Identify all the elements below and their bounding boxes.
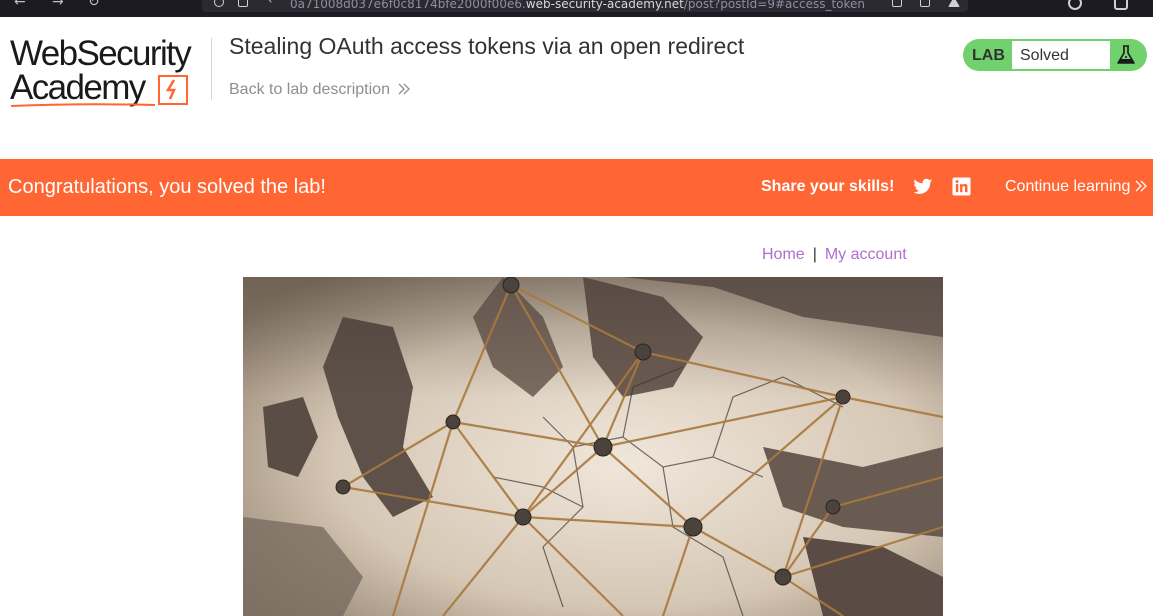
lab-status-widget: LAB Solved	[963, 39, 1147, 71]
top-nav: Home | My account	[762, 246, 907, 264]
blog-post-image	[243, 277, 943, 616]
share-skills-label: Share your skills!	[761, 178, 895, 195]
flask-icon	[1117, 45, 1135, 64]
double-chevron-right-icon	[398, 83, 410, 95]
logo-lightning-icon	[158, 75, 188, 105]
status-box: Solved	[1012, 41, 1110, 69]
linkedin-icon[interactable]	[952, 177, 971, 196]
web-security-academy-logo[interactable]: WebSecurity Academy	[10, 36, 210, 112]
nav-separator: |	[812, 246, 817, 263]
logo-text-line1: WebSecurity	[10, 34, 192, 73]
address-bar[interactable]: 0a71008d037e6f0c8174bfe2000f00e6.web-sec…	[202, 0, 968, 12]
home-link[interactable]: Home	[762, 246, 805, 263]
logo-text-line2: Academy	[10, 68, 146, 107]
solved-banner: Congratulations, you solved the lab! Sha…	[0, 159, 1153, 216]
twitter-icon[interactable]	[913, 178, 933, 196]
lab-title: Stealing OAuth access tokens via an open…	[229, 33, 745, 59]
browser-toolbar: ← → ↻ 0a71008d037e6f0c8174bfe2000f00e6.w…	[0, 0, 1153, 17]
double-chevron-right-icon	[1135, 180, 1147, 192]
continue-learning-link[interactable]: Continue learning	[1005, 178, 1147, 196]
logo-underline-icon	[10, 103, 156, 107]
reload-icon[interactable]: ↻	[88, 0, 100, 10]
menu-icon[interactable]	[1114, 0, 1128, 10]
url-text[interactable]: 0a71008d037e6f0c8174bfe2000f00e6.web-sec…	[290, 0, 865, 11]
congratulations-message: Congratulations, you solved the lab!	[8, 176, 326, 198]
lab-status-text: Solved	[1020, 47, 1069, 64]
back-to-lab-description-link[interactable]: Back to lab description	[229, 81, 410, 99]
lab-label: LAB	[972, 47, 1005, 64]
europe-map-image	[243, 277, 943, 616]
shield-icon[interactable]	[214, 0, 224, 7]
permissions-icon[interactable]	[257, 0, 273, 10]
continue-learning-label: Continue learning	[1005, 178, 1131, 195]
forward-arrow-icon[interactable]: →	[52, 0, 64, 10]
back-arrow-icon[interactable]: ←	[14, 0, 26, 10]
reader-view-icon[interactable]	[892, 0, 902, 7]
my-account-link[interactable]: My account	[825, 246, 907, 263]
back-link-label: Back to lab description	[229, 81, 390, 98]
page-info-icon[interactable]	[238, 0, 248, 7]
bookmark-star-icon[interactable]	[948, 0, 960, 7]
header-divider	[211, 38, 212, 100]
screenshot-icon[interactable]	[920, 0, 930, 7]
extension-icon[interactable]	[1068, 0, 1082, 10]
